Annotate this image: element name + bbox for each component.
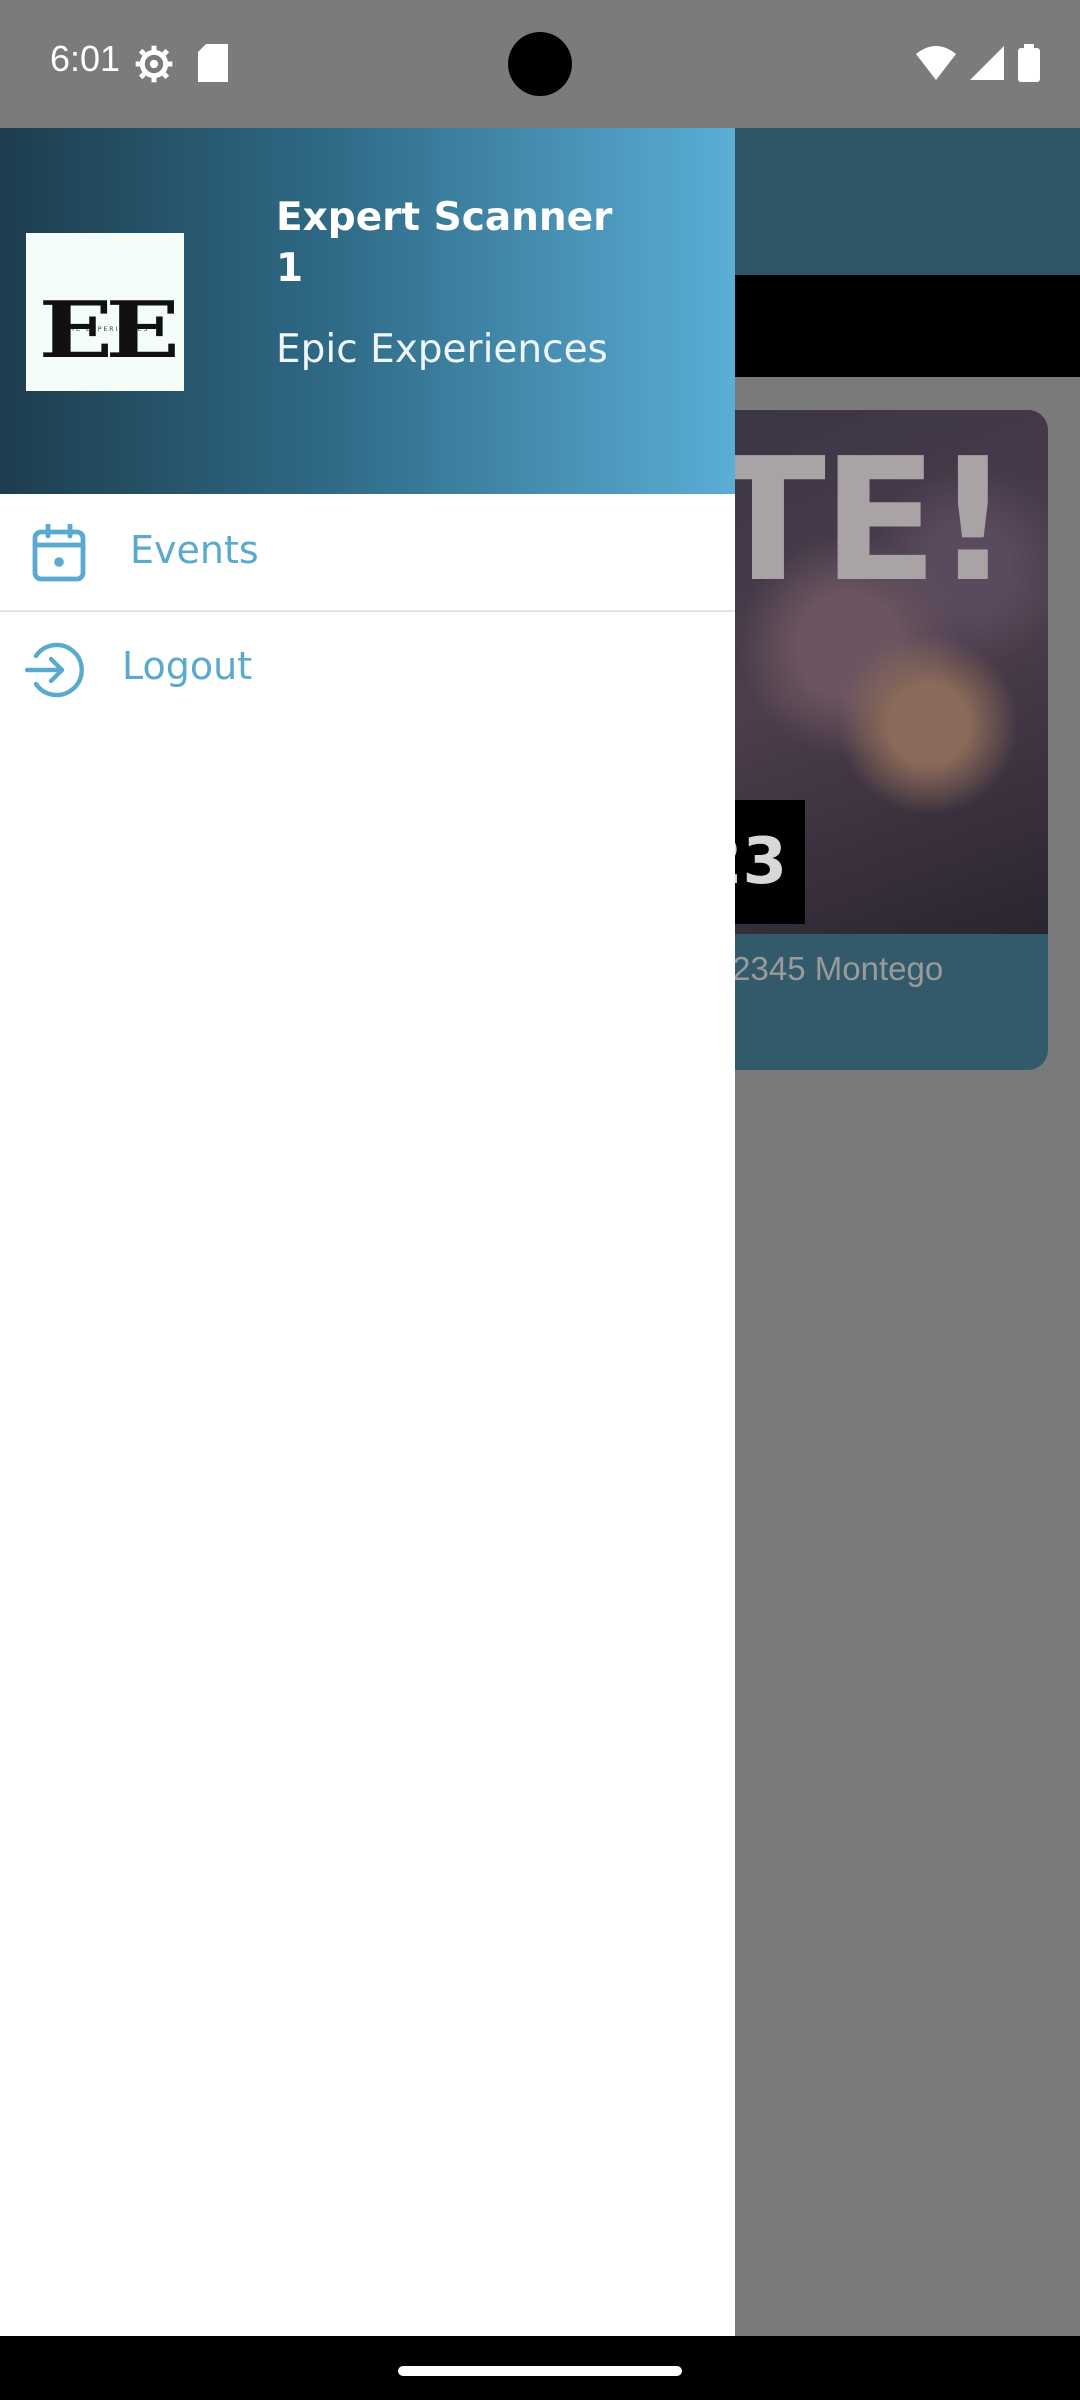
user-name: Expert Scanner 1 bbox=[276, 195, 613, 291]
status-bar: 6:01 bbox=[0, 0, 1080, 128]
organization-logo: EE EPIC EXPERIENCES bbox=[26, 233, 184, 391]
system-navigation-bar bbox=[0, 2336, 1080, 2400]
camera-cutout bbox=[508, 32, 572, 96]
navigation-drawer: EE EPIC EXPERIENCES Expert Scanner 1 Epi… bbox=[0, 128, 735, 2336]
gear-icon bbox=[134, 44, 174, 88]
status-icons bbox=[916, 44, 1040, 86]
sd-card-icon bbox=[198, 44, 228, 86]
home-gesture-handle[interactable] bbox=[398, 2366, 682, 2376]
drawer-header: EE EPIC EXPERIENCES Expert Scanner 1 Epi… bbox=[0, 128, 735, 494]
nav-item-logout-label: Logout bbox=[122, 644, 253, 688]
calendar-icon bbox=[32, 522, 86, 586]
wifi-icon bbox=[916, 46, 956, 84]
event-card-banner-text: TE! bbox=[710, 422, 1012, 620]
organization-name: Epic Experiences bbox=[276, 327, 608, 372]
signal-icon bbox=[970, 46, 1004, 84]
status-time: 6:01 bbox=[50, 38, 121, 79]
battery-icon bbox=[1018, 44, 1040, 86]
nav-item-events[interactable]: Events bbox=[0, 494, 735, 612]
nav-item-events-label: Events bbox=[130, 528, 259, 572]
logo-mark: EE bbox=[38, 284, 179, 376]
nav-item-logout[interactable]: Logout bbox=[0, 614, 735, 728]
logout-icon bbox=[24, 640, 84, 704]
